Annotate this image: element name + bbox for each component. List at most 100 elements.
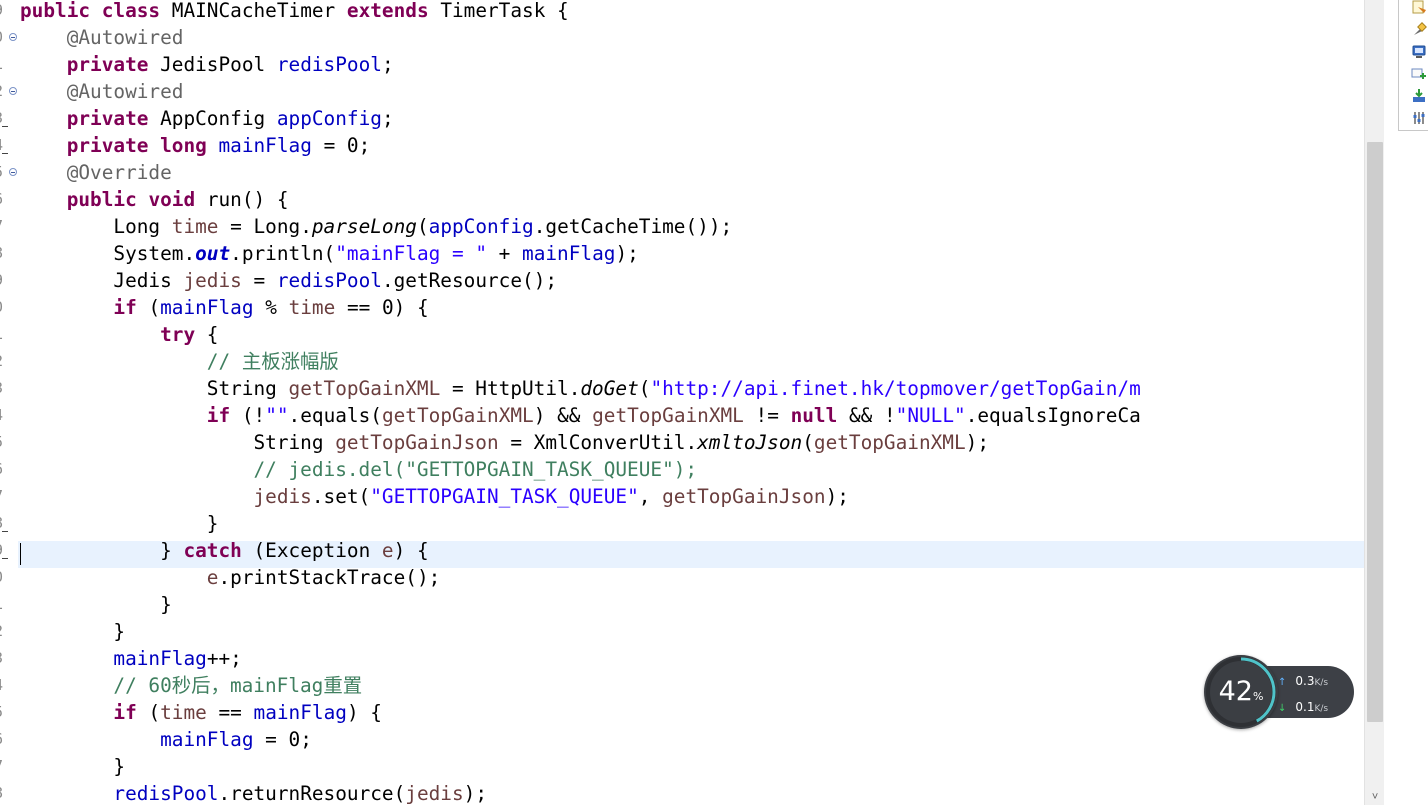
settings-icon[interactable] <box>1411 110 1427 126</box>
scrollbar-thumb[interactable] <box>1367 142 1383 722</box>
code-token: public <box>66 188 149 211</box>
code-token: String <box>20 377 289 400</box>
code-token: mainFlag <box>160 296 254 319</box>
code-token: = HttpUtil. <box>440 377 581 400</box>
code-line[interactable]: @Autowired <box>20 26 184 53</box>
code-line[interactable]: if (mainFlag % time == 0) { <box>20 296 428 323</box>
code-line[interactable]: public class MAINCacheTimer extends Time… <box>20 0 569 26</box>
upload-speed: ↑ 0.3K/s <box>1278 674 1328 688</box>
code-line[interactable]: if (!"".equals(getTopGainXML) && getTopG… <box>20 404 1141 431</box>
fold-toggle-icon[interactable] <box>9 168 17 176</box>
pin-icon[interactable] <box>1411 22 1427 38</box>
code-line[interactable]: public void run() { <box>20 188 289 215</box>
fold-toggle-icon[interactable] <box>9 33 17 41</box>
code-token: @Autowired <box>66 80 184 103</box>
code-line[interactable]: try { <box>20 323 218 350</box>
line-number: 1 <box>0 593 18 620</box>
code-token: ) && <box>533 404 593 427</box>
code-token: Jedis <box>20 269 184 292</box>
download-arrow-icon: ↓ <box>1278 703 1287 714</box>
line-number: 3 <box>0 647 18 674</box>
add-icon[interactable] <box>1411 66 1427 82</box>
code-line[interactable]: String getTopGainXML = HttpUtil.doGet("h… <box>20 377 1141 404</box>
line-number: 7 <box>0 215 18 242</box>
code-line[interactable]: // jedis.del("GETTOPGAIN_TASK_QUEUE"); <box>20 458 697 485</box>
code-token: @Override <box>66 161 172 184</box>
code-token: mainFlag <box>113 647 207 670</box>
code-token: "GETTOPGAIN_TASK_QUEUE" <box>370 485 639 508</box>
code-line[interactable]: // 60秒后，mainFlag重置 <box>20 674 362 701</box>
line-number: 5 <box>0 431 18 458</box>
console-icon[interactable] <box>1411 44 1427 60</box>
code-token: mainFlag <box>253 701 347 724</box>
code-token: Long <box>20 215 172 238</box>
line-number: 5 <box>0 701 18 728</box>
code-line[interactable]: Jedis jedis = redisPool.getResource(); <box>20 269 557 296</box>
line-number: 2 <box>0 620 18 647</box>
code-line[interactable]: } <box>20 593 172 620</box>
code-token: parseLong <box>311 215 417 238</box>
code-line[interactable]: } <box>20 512 219 539</box>
fold-toggle-icon[interactable] <box>9 87 17 95</box>
code-line[interactable]: private long mainFlag = 0; <box>20 134 371 161</box>
line-number: 1 <box>0 53 18 80</box>
code-token: } <box>20 539 184 562</box>
network-speed-widget[interactable]: ↑ 0.3K/s ↓ 0.1K/s 42% <box>1204 655 1354 731</box>
code-line[interactable]: Long time = Long.parseLong(appConfig.get… <box>20 215 732 242</box>
vertical-scrollbar[interactable]: ˅ <box>1364 0 1384 805</box>
toolbar-divider <box>1398 0 1399 130</box>
scroll-down-arrow-icon[interactable]: ˅ <box>1368 790 1382 804</box>
code-token: ( <box>148 296 161 319</box>
usage-gauge[interactable]: 42% <box>1204 655 1278 729</box>
code-token: MAINCacheTimer <box>171 0 347 22</box>
code-line[interactable]: redisPool.returnResource(jedis); <box>20 782 487 805</box>
code-token: ); <box>825 485 849 508</box>
code-line[interactable]: if (time == mainFlag) { <box>20 701 382 728</box>
code-token: } <box>20 512 219 535</box>
code-token: if <box>206 404 242 427</box>
code-line[interactable]: } <box>20 755 125 782</box>
line-number: 7 <box>0 755 18 782</box>
code-token: .println( <box>230 242 336 265</box>
line-number: 6 <box>0 728 18 755</box>
line-number: 2 <box>0 350 18 377</box>
line-number: 8 <box>0 782 18 805</box>
import-icon[interactable] <box>1411 88 1427 104</box>
code-line[interactable]: mainFlag++; <box>20 647 241 674</box>
code-line[interactable]: @Autowired <box>20 80 184 107</box>
code-token: ( <box>148 701 161 724</box>
upload-unit: K/s <box>1314 678 1329 688</box>
line-number: 4 <box>0 134 18 161</box>
code-editor[interactable]: public class MAINCacheTimer extends Time… <box>18 0 1364 805</box>
code-line[interactable]: mainFlag = 0; <box>20 728 312 755</box>
code-line[interactable]: String getTopGainJson = XmlConverUtil.xm… <box>20 431 989 458</box>
code-token: // 主板涨幅版 <box>206 350 339 373</box>
code-token: ( <box>638 377 651 400</box>
code-line[interactable]: e.printStackTrace(); <box>20 566 441 593</box>
code-line[interactable]: // 主板涨幅版 <box>20 350 339 377</box>
code-line[interactable]: } catch (Exception e) { <box>20 539 429 566</box>
outline-icon[interactable] <box>1411 0 1427 16</box>
code-line[interactable]: private AppConfig appConfig; <box>20 107 394 134</box>
code-line[interactable]: } <box>20 620 125 647</box>
line-number: 3 <box>0 377 18 404</box>
code-token: = 0; <box>253 728 312 751</box>
code-line[interactable]: jedis.set("GETTOPGAIN_TASK_QUEUE", getTo… <box>20 485 849 512</box>
code-line[interactable]: private JedisPool redisPool; <box>20 53 394 80</box>
line-number: 8 <box>0 242 18 269</box>
code-token: = Long. <box>218 215 312 238</box>
code-line[interactable]: @Override <box>20 161 172 188</box>
code-token: try <box>160 323 207 346</box>
code-token: "http://api.finet.hk/topmover/getTopGain… <box>650 377 1141 400</box>
code-line[interactable]: System.out.println("mainFlag = " + mainF… <box>20 242 638 269</box>
